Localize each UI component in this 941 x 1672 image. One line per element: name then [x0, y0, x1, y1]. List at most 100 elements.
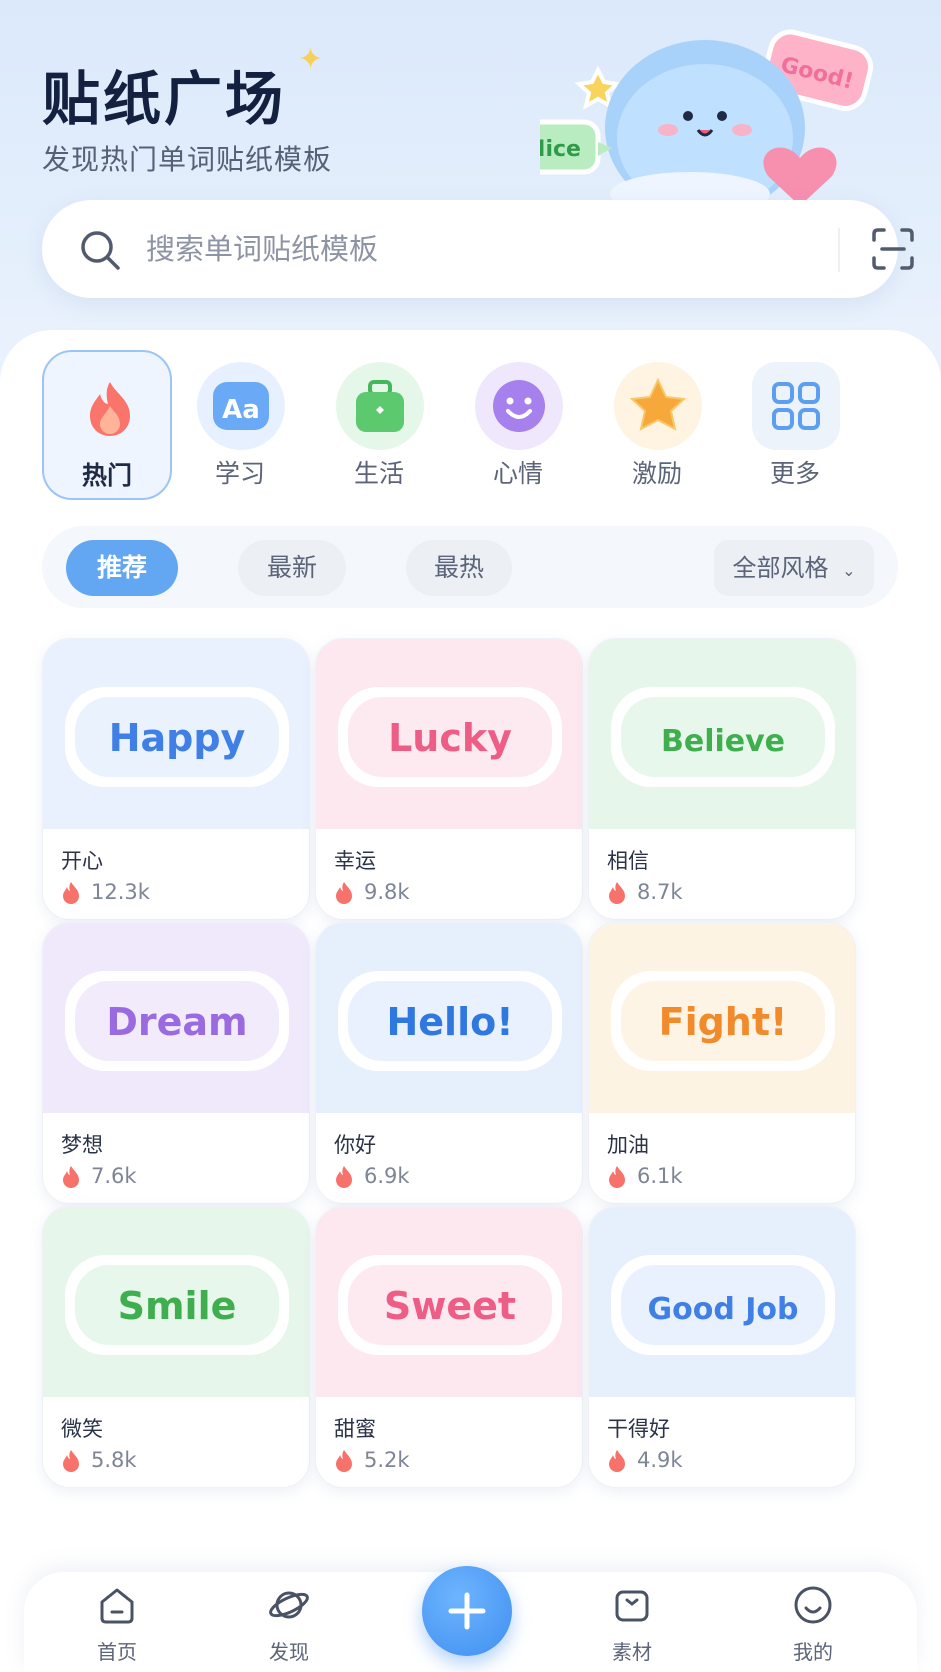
- svg-text:Nice: Nice: [540, 137, 581, 162]
- tab-discover-label: 发现: [269, 1640, 309, 1664]
- category-life-bubble: [336, 362, 424, 450]
- sticker-name: 开心: [61, 849, 103, 873]
- sticker-count: 8.7k: [637, 880, 683, 904]
- sticker-count: 12.3k: [91, 880, 150, 904]
- sticker-name: 甜蜜: [334, 1417, 376, 1441]
- tab-home-label: 首页: [97, 1640, 137, 1664]
- sticker-word: Fight!: [659, 1000, 788, 1044]
- box-icon: [615, 1590, 649, 1622]
- sticker-thumbnail: Good Job: [589, 1207, 855, 1397]
- category-study-bubble: Aa: [197, 362, 285, 450]
- sticker-count: 6.9k: [364, 1164, 410, 1188]
- sticker-name: 相信: [607, 849, 649, 873]
- sticker-card[interactable]: Good Job 干得好 4.9k: [588, 1206, 856, 1488]
- sticker-thumbnail: Sweet: [316, 1207, 582, 1397]
- sticker-card[interactable]: Believe 相信 8.7k: [588, 638, 856, 920]
- home-icon: [100, 1588, 134, 1624]
- search-bar[interactable]: [42, 200, 914, 298]
- mascot-illustration: Good! Nice: [507, 18, 940, 216]
- sticker-thumbnail: Lucky: [316, 639, 582, 829]
- sticker-card[interactable]: Fight! 加油 6.1k: [588, 922, 856, 1204]
- sticker-count: 5.2k: [364, 1448, 410, 1472]
- category-more[interactable]: 更多: [730, 350, 860, 500]
- fire-icon: [90, 382, 130, 436]
- fire-icon: [336, 882, 352, 904]
- sticker-name: 梦想: [61, 1133, 103, 1157]
- sticker-grid: Happy 开心 12.3k Lucky 幸运 9.8k Believe 相信 8.7k Drea…: [42, 638, 898, 1638]
- page-title: 贴纸广场: [42, 65, 287, 133]
- tab-home[interactable]: 首页: [62, 1584, 172, 1672]
- sticker-name: 加油: [607, 1133, 649, 1157]
- suitcase-icon: [356, 380, 404, 432]
- tab-materials[interactable]: 素材: [577, 1584, 687, 1672]
- sticker-card[interactable]: Dream 梦想 7.6k: [42, 922, 310, 1204]
- grid-icon: [772, 382, 820, 430]
- category-row: 热门 Aa 学习 生活 心情 激励 更多: [0, 350, 941, 500]
- sticker-thumbnail: Fight!: [589, 923, 855, 1113]
- fire-icon: [609, 882, 625, 904]
- category-life[interactable]: 生活: [314, 350, 444, 500]
- sticker-card[interactable]: Smile 微笑 5.8k: [42, 1206, 310, 1488]
- sticker-word: Dream: [106, 1000, 247, 1044]
- search-input[interactable]: [146, 224, 786, 274]
- filter-newest[interactable]: 最新: [238, 540, 346, 596]
- category-mood-bubble: [475, 362, 563, 450]
- sticker-word: Hello!: [386, 1000, 513, 1044]
- sticker-card[interactable]: Sweet 甜蜜 5.2k: [315, 1206, 583, 1488]
- sticker-card[interactable]: Hello! 你好 6.9k: [315, 922, 583, 1204]
- category-motivate[interactable]: 激励: [592, 350, 722, 500]
- sticker-count: 4.9k: [637, 1448, 683, 1472]
- category-motivate-bubble: [614, 362, 702, 450]
- scan-icon[interactable]: [870, 226, 916, 272]
- sticker-name: 微笑: [61, 1417, 103, 1441]
- svg-text:Aa: Aa: [222, 395, 260, 425]
- add-button[interactable]: [422, 1566, 512, 1656]
- sticker-thumbnail: Believe: [589, 639, 855, 829]
- sticker-thumbnail: Happy: [43, 639, 309, 829]
- category-hot-label: 热门: [81, 461, 132, 490]
- sticker-thumbnail: Smile: [43, 1207, 309, 1397]
- page-subtitle: 发现热门单词贴纸模板: [42, 143, 333, 176]
- tab-discover[interactable]: 发现: [234, 1584, 344, 1672]
- tab-materials-label: 素材: [612, 1640, 652, 1664]
- fire-icon: [336, 1166, 352, 1188]
- sticker-count: 5.8k: [91, 1448, 137, 1472]
- fire-icon: [609, 1166, 625, 1188]
- sticker-name: 干得好: [607, 1417, 670, 1441]
- sticker-name: 你好: [334, 1133, 376, 1157]
- sticker-count: 7.6k: [91, 1164, 137, 1188]
- fire-icon: [336, 1450, 352, 1472]
- style-dropdown[interactable]: 全部风格 ⌄: [714, 540, 874, 596]
- sticker-word: Happy: [109, 716, 246, 760]
- category-study[interactable]: Aa 学习: [175, 350, 305, 500]
- sticker-word: Sweet: [384, 1284, 516, 1328]
- category-hot[interactable]: 热门: [42, 350, 172, 500]
- sticker-name: 幸运: [334, 849, 376, 873]
- search-divider: [838, 228, 840, 272]
- font-aa-icon: Aa: [213, 382, 269, 430]
- nice-badge: Nice: [507, 119, 612, 175]
- filter-bar: 推荐 最新 最热 全部风格 ⌄: [42, 526, 898, 608]
- smiley-icon: [493, 380, 545, 432]
- planet-icon: [269, 1591, 309, 1619]
- fire-icon: [63, 1450, 79, 1472]
- category-mood-label: 心情: [492, 459, 543, 488]
- category-mood[interactable]: 心情: [453, 350, 583, 500]
- category-study-label: 学习: [214, 459, 265, 488]
- filter-hottest[interactable]: 最热: [406, 540, 512, 596]
- sticker-word: Smile: [118, 1284, 237, 1328]
- plus-icon: [448, 1592, 486, 1630]
- sticker-word: Lucky: [388, 716, 512, 760]
- filter-recommended[interactable]: 推荐: [66, 540, 178, 596]
- category-hot-bubble: [66, 364, 154, 452]
- fire-icon: [63, 1166, 79, 1188]
- sticker-thumbnail: Hello!: [316, 923, 582, 1113]
- sticker-word: Good Job: [647, 1292, 798, 1327]
- sticker-card[interactable]: Lucky 幸运 9.8k: [315, 638, 583, 920]
- chevron-down-icon: ⌄: [842, 561, 856, 580]
- style-dropdown-label: 全部风格: [732, 554, 829, 582]
- tab-mine[interactable]: 我的: [758, 1584, 868, 1672]
- sticker-card[interactable]: Happy 开心 12.3k: [42, 638, 310, 920]
- fire-icon: [609, 1450, 625, 1472]
- heart-decoration: [763, 147, 837, 206]
